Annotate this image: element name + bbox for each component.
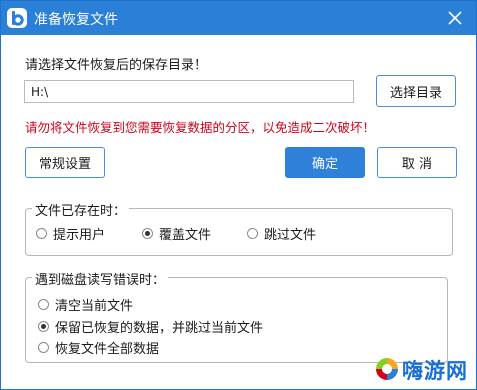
- radio-button-icon: [38, 299, 49, 310]
- radio-label: 提示用户: [53, 228, 106, 243]
- radio-button-icon: [247, 228, 258, 239]
- warning-text: 请勿将文件恢复到您需要恢复数据的分区，以免造成二次破坏！: [25, 120, 376, 135]
- choose-directory-button[interactable]: 选择目录: [376, 75, 456, 107]
- radio-button-icon: [36, 228, 47, 239]
- radio-clear-current-file[interactable]: 清空当前文件: [38, 295, 133, 314]
- watermark-text: 嗨游网: [402, 359, 468, 383]
- radio-prompt-user[interactable]: 提示用户: [36, 224, 105, 243]
- window-title: 准备恢复文件: [34, 12, 118, 28]
- radio-label: 恢复文件全部数据: [55, 342, 160, 357]
- restore-dialog: 准备恢复文件 请选择文件恢复后的保存目录！ 选择目录 请勿将文件恢复到您需要恢复…: [0, 0, 477, 390]
- close-icon: [448, 11, 462, 25]
- ok-button[interactable]: 确定: [285, 147, 365, 178]
- radio-button-icon: [38, 342, 49, 353]
- radio-label: 保留已恢复的数据，并跳过当前文件: [55, 321, 264, 336]
- radio-label: 清空当前文件: [55, 299, 134, 314]
- title-bar: 准备恢复文件: [1, 1, 476, 35]
- radio-keep-recovered-data[interactable]: 保留已恢复的数据，并跳过当前文件: [38, 317, 263, 336]
- save-directory-prompt: 请选择文件恢复后的保存目录！: [25, 58, 208, 73]
- app-logo-icon: [7, 8, 27, 28]
- watermark: 嗨游网: [374, 353, 474, 385]
- file-exists-group-title: 文件已存在时：: [32, 200, 130, 219]
- radio-recover-all-data[interactable]: 恢复文件全部数据: [38, 338, 159, 357]
- radio-skip-file[interactable]: 跳过文件: [247, 224, 316, 243]
- radio-label: 跳过文件: [264, 228, 317, 243]
- save-path-input[interactable]: [24, 80, 354, 103]
- radio-button-selected-icon: [142, 228, 153, 239]
- disk-error-group-title: 遇到磁盘读写错误时：: [32, 269, 169, 288]
- cancel-button[interactable]: 取 消: [377, 147, 457, 178]
- radio-label: 覆盖文件: [159, 228, 212, 243]
- close-button[interactable]: [441, 5, 469, 31]
- general-settings-button[interactable]: 常规设置: [25, 147, 105, 178]
- radio-button-selected-icon: [38, 321, 49, 332]
- watermark-logo-icon: [376, 358, 398, 380]
- radio-overwrite-file[interactable]: 覆盖文件: [142, 224, 211, 243]
